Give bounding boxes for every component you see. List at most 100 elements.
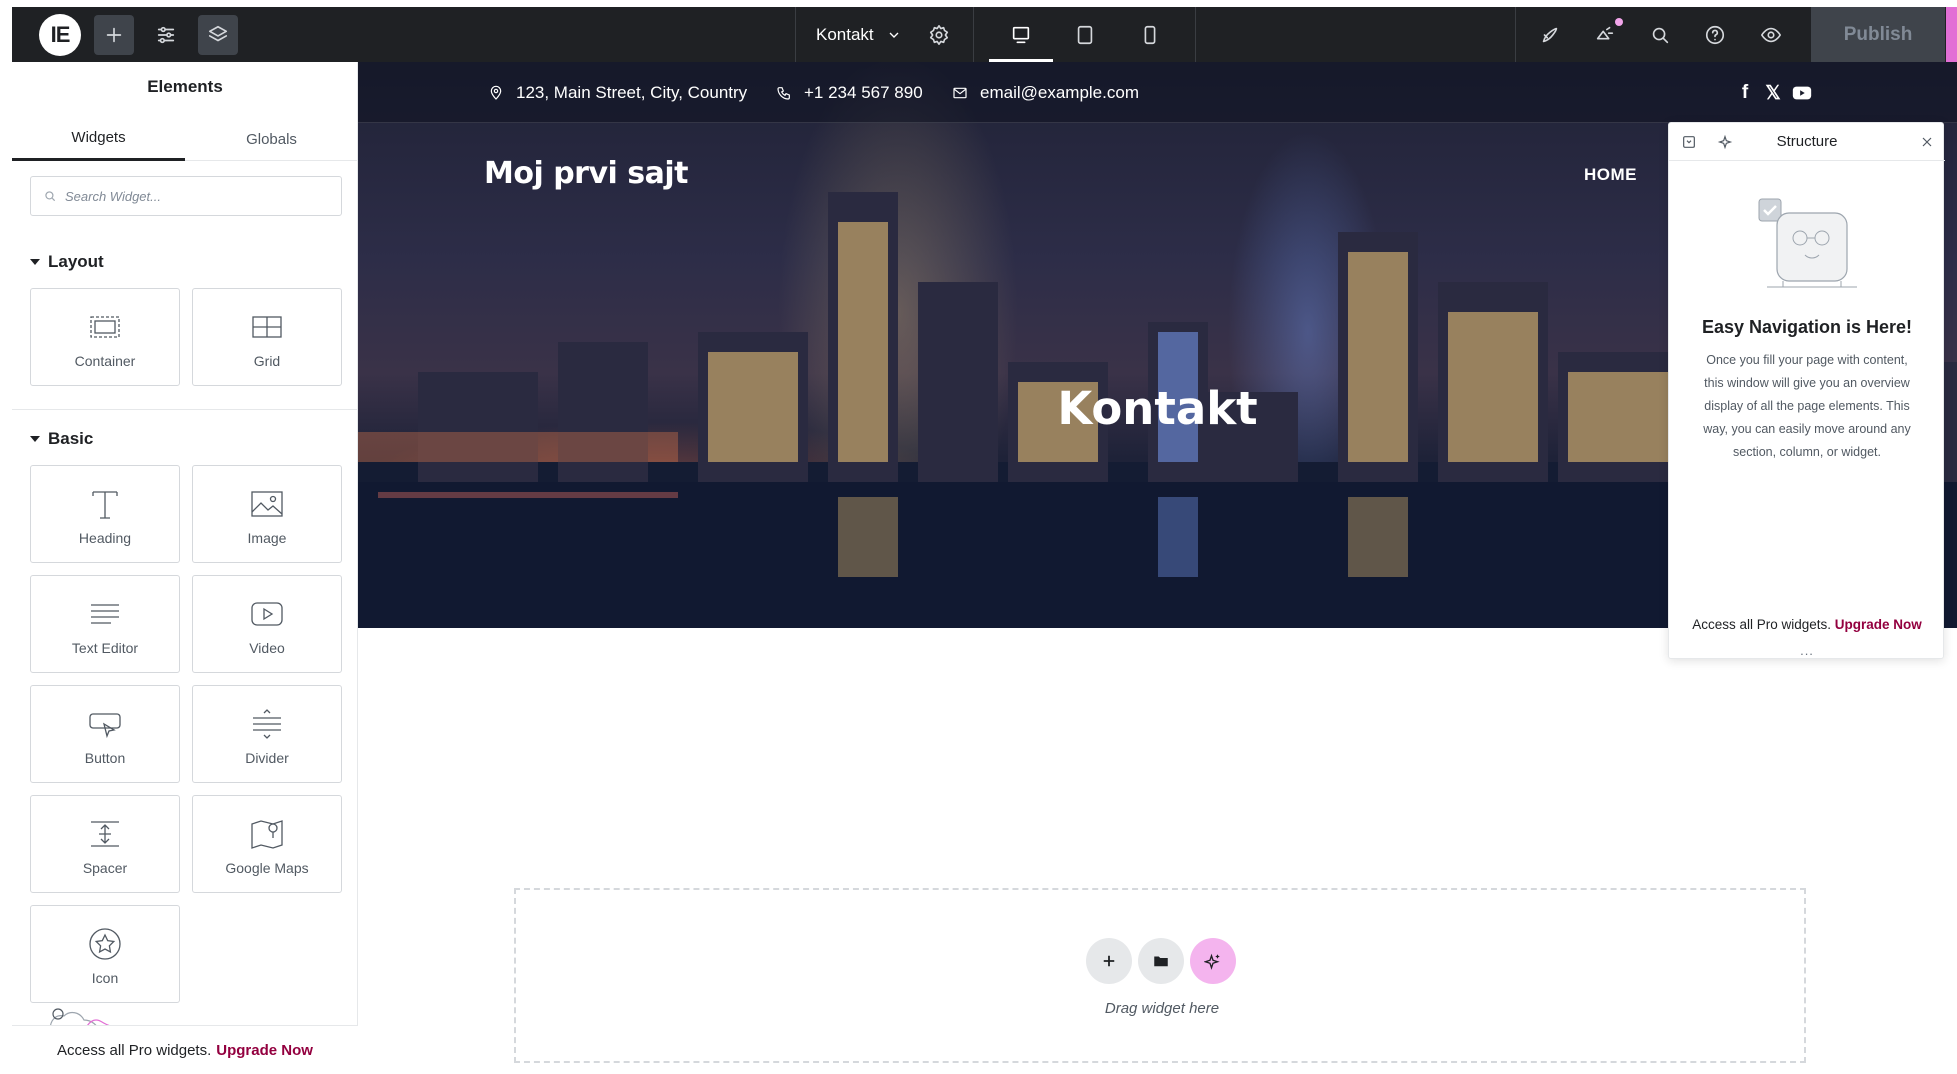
widget-button[interactable]: Button <box>30 685 180 783</box>
help-button[interactable] <box>1695 15 1735 55</box>
upgrade-link[interactable]: Upgrade Now <box>1835 617 1922 632</box>
settings-sliders-icon <box>157 26 175 44</box>
notification-dot <box>1615 18 1623 26</box>
easy-navigation-illustration <box>1758 198 1857 288</box>
desktop-icon <box>1012 26 1030 44</box>
search-icon <box>1652 27 1669 44</box>
facebook-icon[interactable]: f <box>1732 80 1758 106</box>
caret-down-icon <box>30 259 40 265</box>
tablet-view-button[interactable] <box>1065 15 1105 55</box>
search-button[interactable] <box>1640 15 1680 55</box>
phone-text: +1 234 567 890 <box>804 82 923 102</box>
x-icon[interactable]: 𝕏 <box>1760 80 1786 106</box>
tab-widgets[interactable]: Widgets <box>12 117 185 161</box>
preview-button[interactable] <box>1751 15 1791 55</box>
widget-label: Spacer <box>82 860 128 876</box>
publish-options-button[interactable] <box>1946 7 1957 62</box>
page-settings-button[interactable] <box>919 15 959 55</box>
youtube-icon[interactable] <box>1789 80 1815 106</box>
chevron-down-icon <box>889 32 899 38</box>
resize-handle[interactable]: ... <box>1669 643 1945 658</box>
mobile-view-button[interactable] <box>1130 15 1170 55</box>
category-layout[interactable]: Layout <box>30 252 104 272</box>
mail-icon <box>953 87 967 98</box>
ai-generate-button[interactable] <box>1190 938 1236 984</box>
button-icon <box>89 713 121 739</box>
upgrade-text: Access all Pro widgets. <box>1692 617 1832 632</box>
grid-icon <box>252 316 282 338</box>
text-editor-icon <box>91 604 119 624</box>
widget-label: Heading <box>78 530 132 546</box>
elements-panel: Elements Widgets Globals Layout Containe… <box>12 62 358 1074</box>
widget-label: Image <box>247 530 287 546</box>
address-item: 123, Main Street, City, Country <box>488 62 747 123</box>
divider-icon <box>253 709 281 739</box>
preview-eye-icon <box>1761 27 1781 43</box>
category-label: Basic <box>48 429 94 448</box>
panel-upgrade-bar: Access all Pro widgets. Upgrade Now <box>12 1025 358 1074</box>
category-label: Layout <box>48 252 104 271</box>
help-icon <box>1705 25 1725 45</box>
top-info-bar: 123, Main Street, City, Country +1 234 5… <box>358 62 1957 123</box>
widget-search[interactable] <box>30 176 342 216</box>
search-input[interactable] <box>65 188 325 204</box>
widget-divider[interactable]: Divider <box>192 685 342 783</box>
email-item[interactable]: email@example.com <box>952 62 1139 123</box>
structure-upgrade-bar: Access all Pro widgets. Upgrade Now <box>1669 617 1945 632</box>
add-element-button[interactable] <box>94 15 134 55</box>
phone-icon <box>777 86 790 100</box>
tablet-icon <box>1077 25 1093 45</box>
add-template-button[interactable] <box>1138 938 1184 984</box>
site-settings-button[interactable] <box>146 15 186 55</box>
add-icon <box>106 27 122 43</box>
widget-text-editor[interactable]: Text Editor <box>30 575 180 673</box>
launch-button[interactable] <box>1530 15 1570 55</box>
widget-google-maps[interactable]: Google Maps <box>192 795 342 893</box>
empty-state-heading: Easy Navigation is Here! <box>1701 317 1913 337</box>
image-icon <box>251 491 283 517</box>
close-icon <box>1922 137 1932 147</box>
nav-item-home[interactable]: HOME <box>1584 165 1637 185</box>
editor-top-bar: IE Kontakt Publish <box>12 7 1957 62</box>
caret-down-icon <box>30 436 40 442</box>
dropzone-hint: Drag widget here <box>1104 1000 1220 1017</box>
widget-label: Button <box>84 750 126 766</box>
add-section-icon <box>1103 955 1115 967</box>
ai-sparkle-icon <box>1204 953 1220 970</box>
elementor-logo-icon[interactable]: IE <box>39 14 81 56</box>
page-name: Kontakt <box>816 24 874 44</box>
widget-heading[interactable]: Heading <box>30 465 180 563</box>
desktop-view-button[interactable] <box>1001 15 1041 55</box>
widget-icon[interactable]: Icon <box>30 905 180 1003</box>
phone-item[interactable]: +1 234 567 890 <box>776 62 923 123</box>
widget-grid[interactable]: Grid <box>192 288 342 386</box>
publish-button[interactable]: Publish <box>1811 7 1945 62</box>
panel-tabs: Widgets Globals <box>12 117 358 161</box>
tab-globals[interactable]: Globals <box>185 117 358 161</box>
structure-panel: Structure Easy Navigation is Here! Once … <box>1668 122 1945 659</box>
upgrade-link[interactable]: Upgrade Now <box>216 1042 313 1059</box>
structure-title: Structure <box>1776 133 1838 150</box>
heading-icon <box>92 491 118 519</box>
google-maps-icon <box>251 820 283 849</box>
site-title[interactable]: Moj prvi sajt <box>484 156 688 191</box>
gear-icon <box>929 25 949 45</box>
notifications-icon <box>1596 26 1614 40</box>
structure-header: Structure <box>1669 123 1945 161</box>
widget-spacer[interactable]: Spacer <box>30 795 180 893</box>
address-text: 123, Main Street, City, Country <box>516 82 748 102</box>
add-section-button[interactable] <box>1086 938 1132 984</box>
rocket-icon <box>1542 27 1558 43</box>
video-icon <box>251 602 283 626</box>
container-icon <box>90 316 120 338</box>
widget-image[interactable]: Image <box>192 465 342 563</box>
mobile-icon <box>1144 25 1156 45</box>
category-basic[interactable]: Basic <box>30 429 93 449</box>
structure-button[interactable] <box>198 15 238 55</box>
widget-video[interactable]: Video <box>192 575 342 673</box>
page-selector[interactable]: Kontakt <box>816 7 902 62</box>
templates-folder-icon <box>1154 956 1168 967</box>
close-structure-button[interactable] <box>1917 132 1937 152</box>
widget-container[interactable]: Container <box>30 288 180 386</box>
empty-section-dropzone[interactable]: Drag widget here <box>514 888 1806 1063</box>
